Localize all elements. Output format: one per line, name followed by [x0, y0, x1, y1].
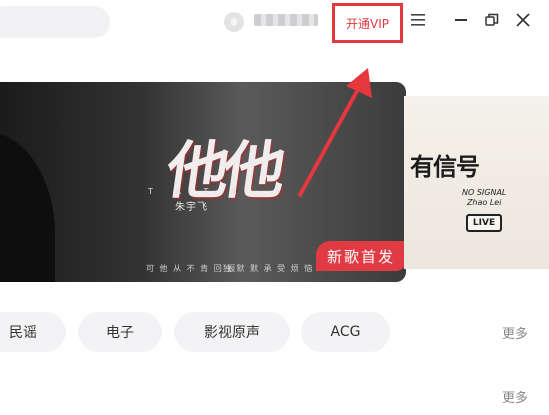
restore-icon[interactable] — [485, 13, 499, 27]
more-link-section[interactable]: 更多 — [502, 387, 528, 406]
next-banner[interactable] — [404, 96, 549, 269]
new-release-badge: 新歌首发 — [316, 241, 406, 271]
category-pill-electronic[interactable]: 电子 — [78, 312, 162, 352]
banner-title-latin: T A T A — [148, 187, 247, 196]
open-vip-label: 开通VIP — [346, 16, 389, 31]
next-banner-subtitle: NO SIGNAL Zhao Lei — [462, 188, 506, 208]
banner-lyric-right: 独 默 默 承 受 烦 恼 — [223, 264, 314, 273]
user-avatar[interactable] — [224, 12, 244, 32]
username-blurred[interactable] — [254, 14, 318, 26]
category-pill-soundtrack[interactable]: 影视原声 — [174, 312, 290, 352]
search-bar[interactable] — [0, 6, 110, 38]
next-banner-subtitle-line1: NO SIGNAL — [462, 188, 507, 197]
open-vip-button[interactable]: 开通VIP — [332, 3, 403, 43]
banner-title-art: 他他 — [162, 134, 285, 207]
more-link-categories[interactable]: 更多 — [502, 323, 528, 342]
pointer-arrow-icon — [298, 68, 372, 197]
minimize-icon[interactable] — [455, 19, 467, 21]
next-banner-subtitle-line2: Zhao Lei — [466, 198, 502, 207]
category-pill-acg[interactable]: ACG — [301, 312, 390, 352]
live-badge: LIVE — [466, 214, 502, 232]
category-pill-folk[interactable]: 民谣 — [0, 312, 66, 352]
banner-singer: 朱宇飞 — [175, 202, 208, 213]
close-icon[interactable] — [516, 13, 530, 27]
menu-icon[interactable] — [411, 14, 425, 26]
next-banner-title: 有信号 — [410, 152, 480, 181]
artist-silhouette — [0, 132, 55, 282]
